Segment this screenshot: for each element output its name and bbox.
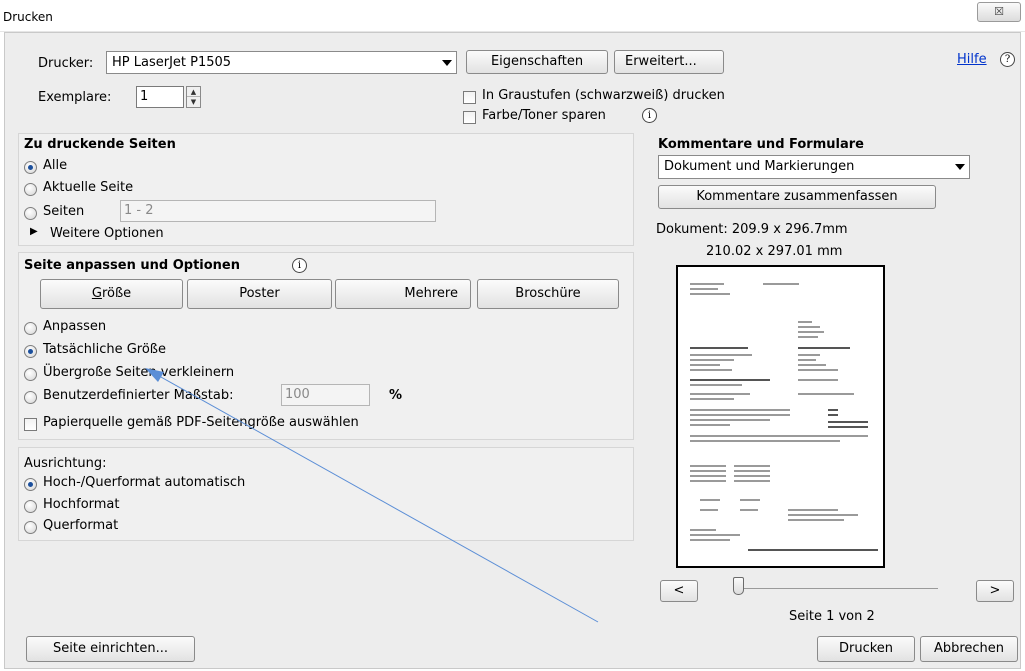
printer-select[interactable]: HP LaserJet P1505 xyxy=(106,51,457,74)
paper-size: 210.02 x 297.01 mm xyxy=(706,244,843,259)
orientation-portrait-label: Hochformat xyxy=(43,497,120,512)
scale-unit: % xyxy=(389,388,403,403)
actual-size-label: Tatsächliche Größe xyxy=(43,342,166,357)
tab-booklet[interactable]: Broschüre xyxy=(477,279,619,309)
tab-multiple[interactable]: Mehrere xyxy=(335,279,471,309)
orientation-auto-label: Hoch-/Querformat automatisch xyxy=(43,475,246,490)
pages-range-radio[interactable] xyxy=(24,207,37,220)
help-link[interactable]: Hilfe xyxy=(957,52,987,67)
next-page-button[interactable]: > xyxy=(976,580,1014,602)
stepper-up-icon[interactable]: ▲ xyxy=(187,87,200,97)
tab-size[interactable]: Größe xyxy=(40,279,183,309)
orientation-heading: Ausrichtung: xyxy=(24,456,107,471)
paper-source-checkbox[interactable] xyxy=(24,418,37,431)
print-button[interactable]: Drucken xyxy=(817,636,915,662)
pages-current-radio[interactable] xyxy=(24,183,37,196)
actual-size-radio[interactable] xyxy=(24,345,37,358)
more-options-toggle[interactable]: Weitere Optionen xyxy=(50,226,164,241)
custom-scale-label: Benutzerdefinierter Maßstab: xyxy=(43,388,234,403)
stepper-down-icon[interactable]: ▼ xyxy=(187,97,200,107)
printer-label: Drucker: xyxy=(38,56,94,71)
printer-select-value: HP LaserJet P1505 xyxy=(112,55,232,70)
close-icon[interactable]: ☒ xyxy=(977,2,1021,22)
pages-heading: Zu druckende Seiten xyxy=(24,137,176,152)
sizing-heading: Seite anpassen und Optionen xyxy=(24,258,240,273)
grayscale-checkbox[interactable] xyxy=(463,91,476,104)
tab-poster[interactable]: Poster xyxy=(187,279,332,309)
title-bar: Drucken ☒ xyxy=(0,0,1025,32)
fit-radio[interactable] xyxy=(24,322,37,335)
chevron-down-icon xyxy=(442,59,452,66)
grayscale-label: In Graustufen (schwarzweiß) drucken xyxy=(482,88,725,103)
shrink-oversized-radio[interactable] xyxy=(24,368,37,381)
custom-scale-input[interactable]: 100 xyxy=(281,384,370,406)
info-icon[interactable]: i xyxy=(292,258,307,273)
cancel-button[interactable]: Abbrechen xyxy=(920,636,1018,662)
summarize-comments-button[interactable]: Kommentare zusammenfassen xyxy=(658,185,936,209)
custom-scale-radio[interactable] xyxy=(24,391,37,404)
pages-all-label: Alle xyxy=(43,158,68,173)
pages-range-label: Seiten xyxy=(43,204,85,219)
fit-label: Anpassen xyxy=(43,319,107,334)
comments-heading: Kommentare und Formulare xyxy=(658,137,864,152)
chevron-down-icon xyxy=(955,164,965,170)
shrink-oversized-label: Übergroße Seiten verkleinern xyxy=(43,365,235,380)
copies-input[interactable]: 1 xyxy=(136,86,184,108)
save-toner-label: Farbe/Toner sparen xyxy=(482,108,606,123)
info-icon[interactable]: i xyxy=(642,108,657,123)
copies-label: Exemplare: xyxy=(38,90,112,105)
orientation-landscape-label: Querformat xyxy=(43,518,119,533)
prev-page-button[interactable]: < xyxy=(660,580,698,602)
paper-source-label: Papierquelle gemäß PDF-Seitengröße auswä… xyxy=(43,415,359,430)
properties-button[interactable]: Eigenschaften xyxy=(466,50,608,74)
page-slider-thumb[interactable] xyxy=(733,577,744,595)
comments-select[interactable]: Dokument und Markierungen xyxy=(658,155,970,179)
page-setup-button[interactable]: Seite einrichten... xyxy=(26,636,195,662)
document-size: Dokument: 209.9 x 296.7mm xyxy=(656,222,848,237)
pages-current-label: Aktuelle Seite xyxy=(43,180,134,195)
pages-all-radio[interactable] xyxy=(24,161,37,174)
expand-triangle-icon[interactable]: ▶ xyxy=(30,226,38,237)
orientation-portrait-radio[interactable] xyxy=(24,500,37,513)
help-question-icon[interactable]: ? xyxy=(1000,52,1015,67)
advanced-button[interactable]: Erweitert... xyxy=(614,50,724,74)
page-slider-track[interactable] xyxy=(738,588,938,589)
orientation-landscape-radio[interactable] xyxy=(24,521,37,534)
page-preview xyxy=(676,265,885,568)
tab-size-label: röße xyxy=(101,286,132,301)
comments-select-value: Dokument und Markierungen xyxy=(664,159,855,174)
orientation-auto-radio[interactable] xyxy=(24,478,37,491)
save-toner-checkbox[interactable] xyxy=(463,111,476,124)
window-title: Drucken xyxy=(3,10,53,24)
page-indicator: Seite 1 von 2 xyxy=(789,609,875,624)
copies-stepper[interactable]: ▲ ▼ xyxy=(186,86,201,108)
page-range-input[interactable]: 1 - 2 xyxy=(120,200,436,222)
tab-size-mnemonic: G xyxy=(91,286,102,301)
